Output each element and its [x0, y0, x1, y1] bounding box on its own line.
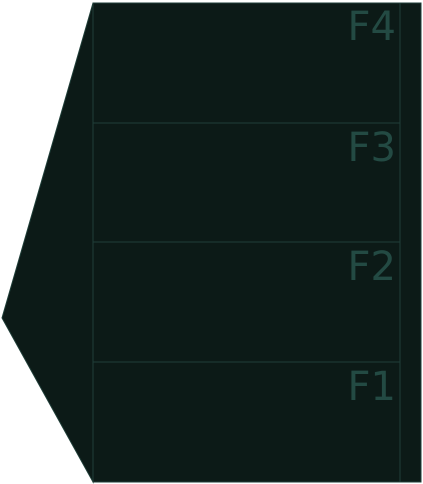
floor-label-f1: F1 — [347, 364, 396, 410]
floor-selector: F4 F3 F2 F1 — [0, 0, 423, 484]
floor-button-f4[interactable]: F4 — [93, 3, 400, 122]
floor-button-f3[interactable]: F3 — [93, 124, 400, 243]
floor-button-f1[interactable]: F1 — [93, 363, 400, 482]
floor-button-f2[interactable]: F2 — [93, 243, 400, 362]
floor-label-f2: F2 — [347, 244, 396, 290]
angled-side-panel — [1, 2, 94, 484]
floor-label-f3: F3 — [347, 125, 396, 171]
right-rail — [399, 2, 422, 483]
floor-label-f4: F4 — [347, 4, 396, 50]
